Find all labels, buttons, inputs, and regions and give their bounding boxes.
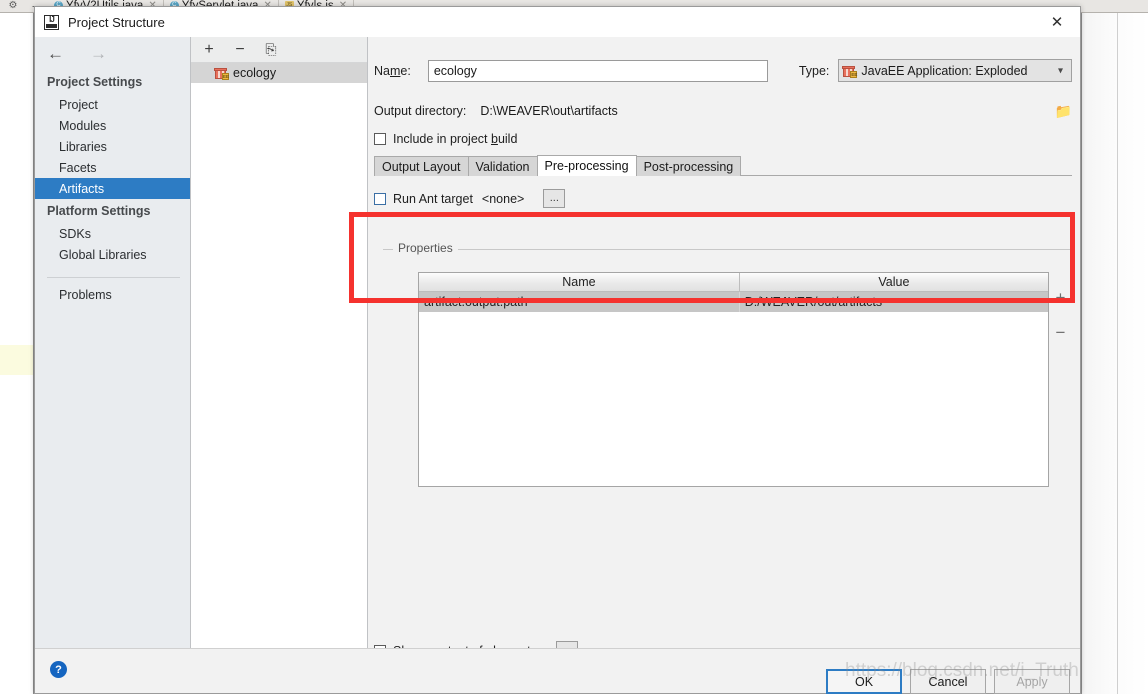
tree-item-label: ecology — [233, 66, 277, 80]
sidebar-item-artifacts[interactable]: Artifacts — [35, 178, 190, 199]
column-header-name[interactable]: Name — [419, 273, 740, 292]
table-row[interactable]: artifact.output.path D:/WEAVER/out/artif… — [419, 292, 1048, 312]
run-ant-label: Run Ant target — [393, 191, 473, 206]
output-directory-value: D:\WEAVER\out\artifacts — [480, 104, 618, 118]
close-icon[interactable]: ✕ — [1040, 11, 1074, 33]
apply-button[interactable]: Apply — [994, 669, 1070, 694]
properties-group-border — [383, 249, 1072, 250]
cell-property-name: artifact.output.path — [419, 292, 740, 312]
copy-artifact-button[interactable]: ⎘ — [262, 41, 280, 59]
dialog-title: Project Structure — [68, 14, 165, 30]
tab-validation[interactable]: Validation — [467, 156, 538, 176]
folder-icon[interactable]: 📁 — [1055, 103, 1072, 120]
sidebar-group-platform-settings: Platform Settings — [47, 204, 151, 218]
dialog-buttons: OK Cancel Apply — [826, 669, 1070, 694]
sidebar-divider — [47, 277, 180, 278]
settings-gear-icon[interactable]: ⚙ — [0, 0, 26, 12]
forward-arrow-icon[interactable]: → — [90, 45, 107, 62]
artifact-gift-icon: EE — [842, 65, 857, 78]
artifact-name-input[interactable]: ecology — [427, 59, 768, 82]
tree-item-ecology[interactable]: EE ecology — [191, 63, 367, 83]
include-in-build-row[interactable]: Include in project build — [374, 132, 517, 146]
ok-button[interactable]: OK — [826, 669, 902, 694]
sidebar-group-project-settings: Project Settings — [47, 75, 143, 89]
editor-highlight-line — [0, 345, 34, 375]
editor-right-panel — [1081, 13, 1148, 694]
dialog-titlebar: Project Structure ✕ — [35, 7, 1080, 37]
sidebar-item-global-libraries[interactable]: Global Libraries — [35, 244, 190, 265]
sidebar-item-facets[interactable]: Facets — [35, 157, 190, 178]
editor-divider-right — [1081, 13, 1082, 694]
sidebar-nav: ← → — [35, 37, 190, 70]
run-ant-row: Run Ant target <none> ... — [374, 189, 566, 208]
artifacts-toolbar: + − ⎘ — [191, 37, 367, 63]
cancel-button[interactable]: Cancel — [910, 669, 986, 694]
editor-divider-far-right — [1117, 13, 1118, 694]
artifact-type-combo[interactable]: EE JavaEE Application: Exploded ▾ — [838, 59, 1072, 82]
artifact-tabs: Output Layout Validation Pre-processing … — [374, 155, 1072, 176]
add-artifact-button[interactable]: + — [200, 41, 218, 59]
include-in-build-checkbox[interactable] — [374, 133, 386, 145]
sidebar-item-libraries[interactable]: Libraries — [35, 136, 190, 157]
back-arrow-icon[interactable]: ← — [47, 45, 64, 62]
run-ant-value: <none> — [481, 191, 525, 206]
output-directory-input[interactable]: D:\WEAVER\out\artifacts — [475, 100, 1048, 122]
artifact-gift-icon: EE — [214, 67, 229, 80]
properties-table-header: Name Value — [419, 273, 1048, 292]
artifact-name-row: Name: ecology Type: EE JavaEE Applicatio… — [374, 59, 1072, 82]
artifact-editor-pane: Name: ecology Type: EE JavaEE Applicatio… — [368, 37, 1080, 660]
artifact-type-value: JavaEE Application: Exploded — [861, 63, 1028, 78]
dialog-footer: ? OK Cancel Apply — [35, 648, 1080, 694]
intellij-idea-icon — [44, 14, 59, 30]
run-ant-checkbox[interactable] — [374, 192, 386, 205]
chevron-down-icon[interactable]: ▾ — [1058, 65, 1063, 76]
sidebar-item-project[interactable]: Project — [35, 94, 190, 115]
tab-pre-processing[interactable]: Pre-processing — [536, 155, 637, 176]
include-in-build-label: Include in project build — [393, 132, 518, 146]
settings-sidebar: ← → Project Settings Project Modules Lib… — [35, 37, 191, 648]
type-label: Type: — [798, 63, 830, 78]
dialog-body: ← → Project Settings Project Modules Lib… — [35, 37, 1080, 660]
output-directory-label: Output directory: — [374, 104, 467, 118]
properties-table-buttons: + − — [1049, 272, 1072, 487]
add-property-button[interactable]: + — [1056, 289, 1066, 306]
sidebar-item-modules[interactable]: Modules — [35, 115, 190, 136]
remove-property-button[interactable]: − — [1056, 324, 1066, 341]
project-structure-dialog: Project Structure ✕ ← → Project Settings… — [34, 6, 1081, 694]
output-directory-row: Output directory: D:\WEAVER\out\artifact… — [374, 100, 1072, 122]
help-icon[interactable]: ? — [50, 661, 67, 678]
cell-property-value: D:/WEAVER/out/artifacts — [744, 295, 883, 309]
properties-group: Properties Name Value artifact.output.pa… — [383, 241, 1072, 487]
properties-table: Name Value artifact.output.path D:/WEAVE… — [418, 272, 1049, 487]
sidebar-item-sdks[interactable]: SDKs — [35, 223, 190, 244]
sidebar-item-problems[interactable]: Problems — [35, 284, 190, 305]
name-label: Name: — [374, 63, 411, 78]
tab-post-processing[interactable]: Post-processing — [635, 156, 742, 176]
column-header-value[interactable]: Value — [739, 273, 1048, 292]
artifact-name-value: ecology — [433, 63, 477, 78]
run-ant-browse-button[interactable]: ... — [543, 189, 566, 208]
properties-group-legend: Properties — [393, 241, 458, 255]
tab-output-layout[interactable]: Output Layout — [374, 156, 469, 176]
artifacts-tree-panel: + − ⎘ EE ecology — [191, 37, 368, 648]
remove-artifact-button[interactable]: − — [231, 41, 249, 59]
